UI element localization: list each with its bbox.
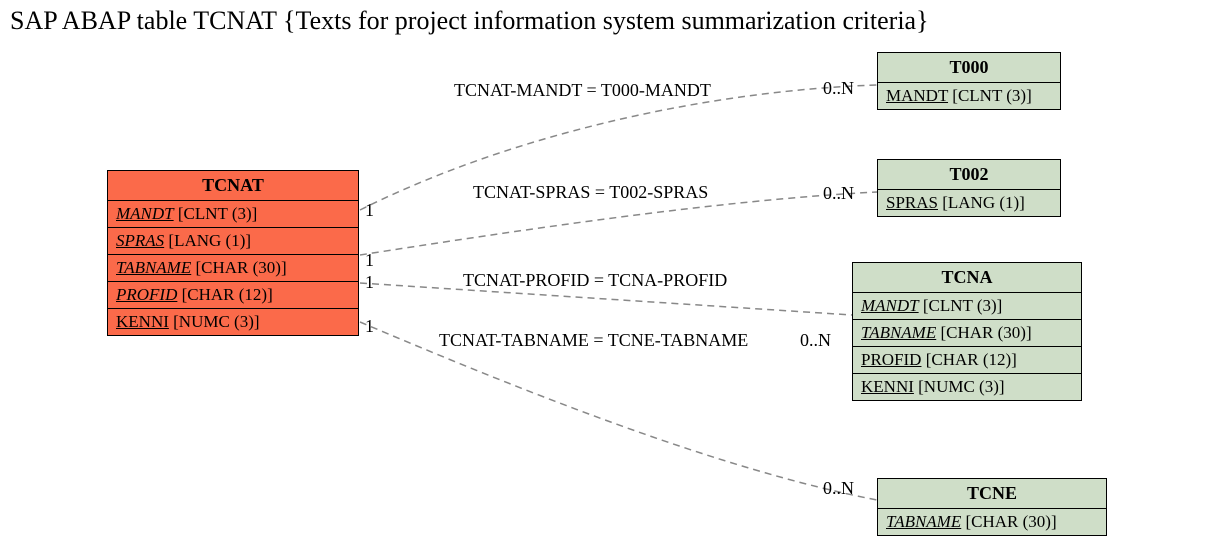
entity-tcna: TCNA MANDT [CLNT (3)] TABNAME [CHAR (30)… bbox=[852, 262, 1082, 401]
entity-tcna-header: TCNA bbox=[853, 263, 1081, 293]
relation-label: TCNAT-MANDT = T000-MANDT bbox=[454, 80, 711, 101]
entity-tcne-field: TABNAME [CHAR (30)] bbox=[878, 509, 1106, 535]
cardinality-dst: 0..N bbox=[823, 78, 854, 99]
entity-tcnat-field: KENNI [NUMC (3)] bbox=[108, 309, 358, 335]
entity-t002: T002 SPRAS [LANG (1)] bbox=[877, 159, 1061, 217]
entity-tcna-field: MANDT [CLNT (3)] bbox=[853, 293, 1081, 320]
entity-tcne: TCNE TABNAME [CHAR (30)] bbox=[877, 478, 1107, 536]
entity-t002-field: SPRAS [LANG (1)] bbox=[878, 190, 1060, 216]
relation-label: TCNAT-TABNAME = TCNE-TABNAME bbox=[439, 330, 748, 351]
entity-t000: T000 MANDT [CLNT (3)] bbox=[877, 52, 1061, 110]
entity-tcnat-field: PROFID [CHAR (12)] bbox=[108, 282, 358, 309]
diagram-canvas: { "title": "SAP ABAP table TCNAT {Texts … bbox=[0, 0, 1209, 549]
cardinality-dst: 0..N bbox=[800, 330, 831, 351]
entity-tcna-field: TABNAME [CHAR (30)] bbox=[853, 320, 1081, 347]
cardinality-src: 1 bbox=[365, 316, 374, 337]
relation-label: TCNAT-PROFID = TCNA-PROFID bbox=[463, 270, 727, 291]
entity-tcne-header: TCNE bbox=[878, 479, 1106, 509]
relation-label: TCNAT-SPRAS = T002-SPRAS bbox=[473, 182, 708, 203]
entity-t002-header: T002 bbox=[878, 160, 1060, 190]
entity-t000-header: T000 bbox=[878, 53, 1060, 83]
cardinality-src: 1 bbox=[365, 250, 374, 271]
entity-tcnat-field: MANDT [CLNT (3)] bbox=[108, 201, 358, 228]
cardinality-dst: 0..N bbox=[823, 478, 854, 499]
diagram-title: SAP ABAP table TCNAT {Texts for project … bbox=[10, 6, 929, 36]
entity-tcna-field: PROFID [CHAR (12)] bbox=[853, 347, 1081, 374]
entity-tcnat-field: SPRAS [LANG (1)] bbox=[108, 228, 358, 255]
entity-tcnat-field: TABNAME [CHAR (30)] bbox=[108, 255, 358, 282]
cardinality-src: 1 bbox=[365, 272, 374, 293]
entity-t000-field: MANDT [CLNT (3)] bbox=[878, 83, 1060, 109]
entity-tcna-field: KENNI [NUMC (3)] bbox=[853, 374, 1081, 400]
entity-tcnat-header: TCNAT bbox=[108, 171, 358, 201]
cardinality-dst: 0..N bbox=[823, 183, 854, 204]
entity-tcnat: TCNAT MANDT [CLNT (3)] SPRAS [LANG (1)] … bbox=[107, 170, 359, 336]
cardinality-src: 1 bbox=[365, 200, 374, 221]
